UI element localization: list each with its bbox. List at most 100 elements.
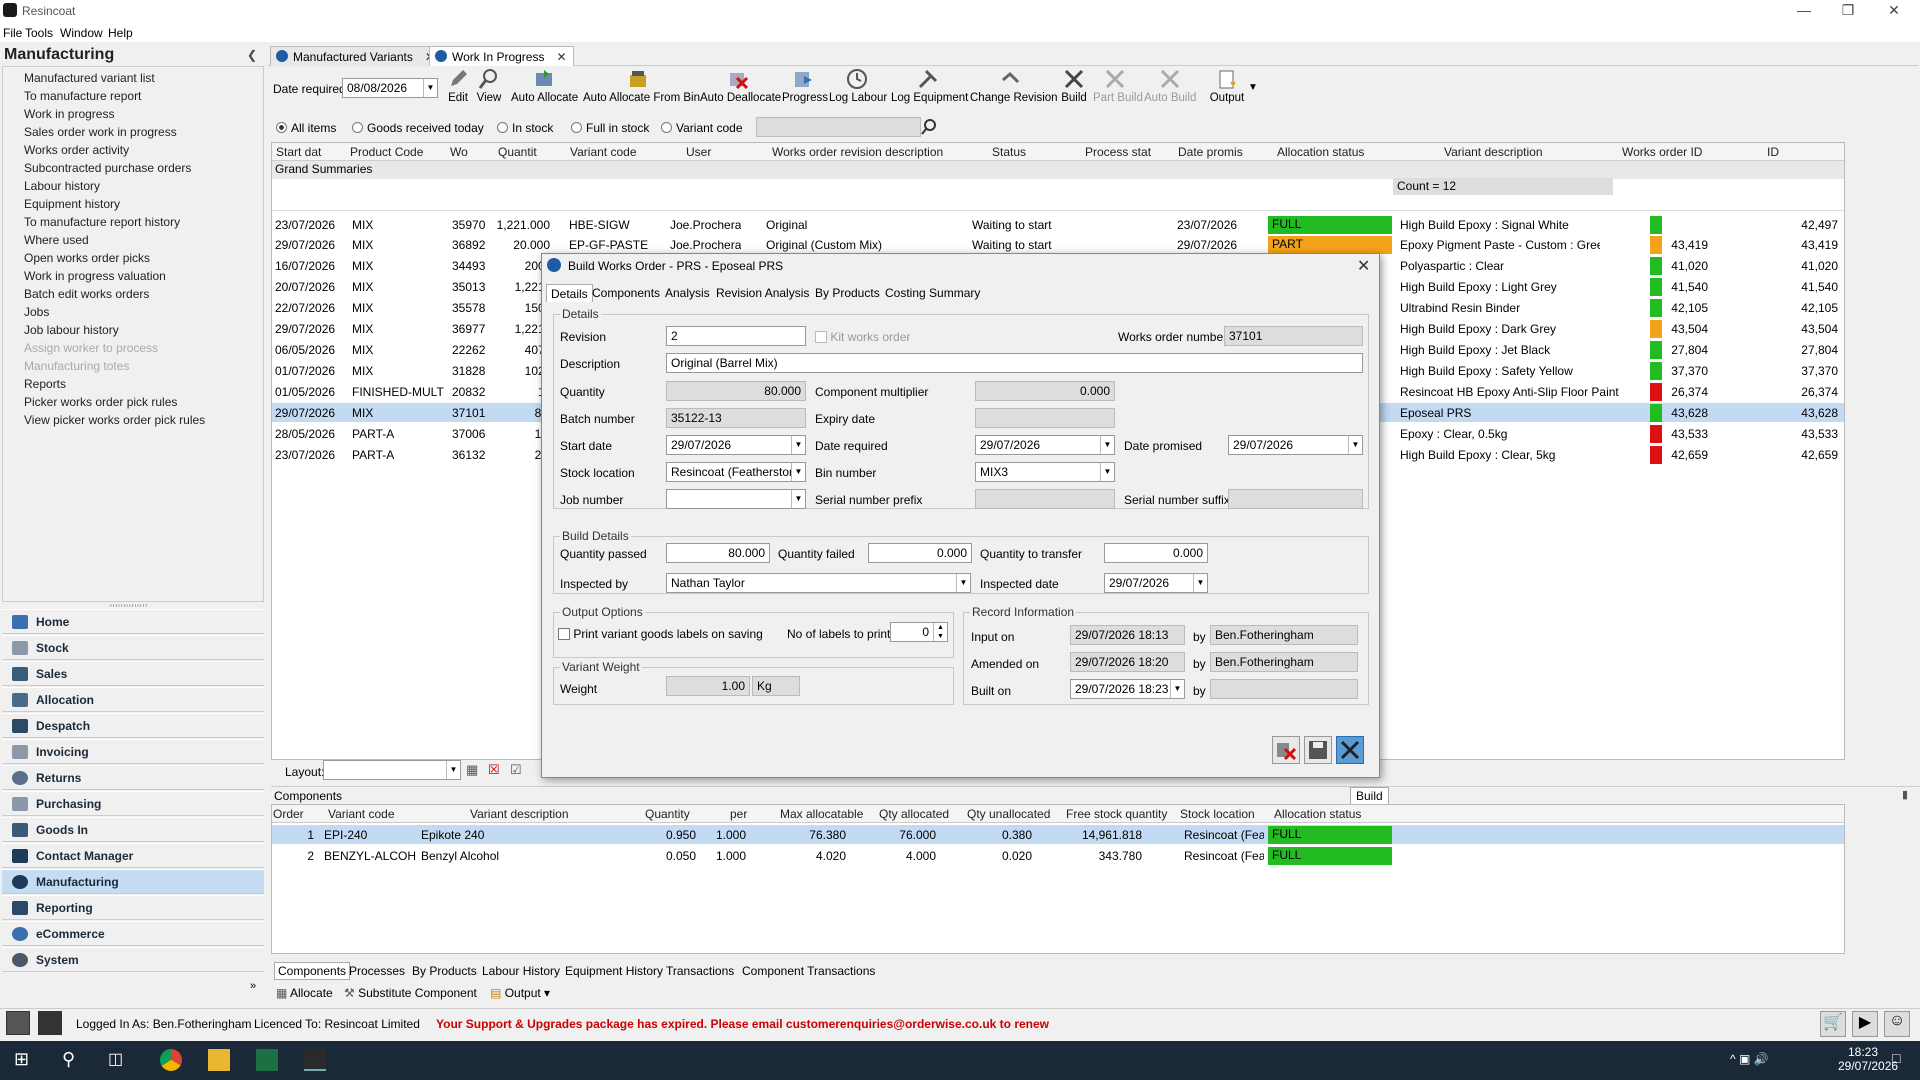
inspected-date-field[interactable]: 29/07/2026 ▼: [1104, 573, 1208, 593]
sidebar-item-manufactured-variant-list[interactable]: Manufactured variant list: [24, 71, 155, 85]
date-promised-field[interactable]: 29/07/2026 ▼: [1228, 435, 1363, 455]
nav-sales[interactable]: Sales: [2, 661, 264, 686]
qty-failed-field[interactable]: 0.000: [868, 543, 972, 563]
nav-returns[interactable]: Returns: [2, 765, 264, 790]
sidebar-item-where-used[interactable]: Where used: [24, 233, 89, 247]
tab-manufactured-variants[interactable]: Manufactured Variants✕: [270, 46, 442, 66]
dtab-components[interactable]: Components: [588, 284, 664, 302]
layout-delete-icon[interactable]: ☒: [488, 762, 500, 778]
search-icon[interactable]: [920, 118, 940, 136]
tray-icons[interactable]: ^ ▣ 🔊: [1730, 1052, 1769, 1066]
cancel-build-button[interactable]: [1272, 736, 1300, 764]
auto-deallocate-button[interactable]: Auto Deallocate: [700, 68, 781, 104]
output-bottom-button[interactable]: ▤ Output ▾: [490, 986, 550, 1000]
sidebar-item-open-works-order-picks[interactable]: Open works order picks: [24, 251, 150, 265]
nav-expand-icon[interactable]: »: [250, 980, 256, 992]
file-explorer-icon[interactable]: [208, 1049, 230, 1071]
allocate-button[interactable]: ▦ Allocate: [276, 986, 333, 1000]
pin-icon[interactable]: ▮: [1902, 788, 1908, 801]
play-icon[interactable]: ▶: [1852, 1011, 1878, 1037]
build-panel-tab[interactable]: Build: [1350, 787, 1389, 805]
date-required-field[interactable]: 29/07/2026 ▼: [975, 435, 1115, 455]
minimize-icon[interactable]: —: [1794, 2, 1814, 18]
menu-tools[interactable]: Tools: [25, 26, 53, 40]
part-build-button[interactable]: Part Build: [1093, 68, 1143, 104]
col-user[interactable]: User: [686, 145, 711, 159]
edit-button[interactable]: Edit: [446, 68, 470, 104]
save-button[interactable]: [1304, 736, 1332, 764]
qty-transfer-field[interactable]: 0.000: [1104, 543, 1208, 563]
nav-system[interactable]: System: [2, 947, 264, 972]
view-button[interactable]: View: [474, 68, 504, 104]
col-date-promised[interactable]: Date promis: [1178, 145, 1243, 159]
col-variant-description[interactable]: Variant description: [1444, 145, 1543, 159]
dtab-revision-analysis[interactable]: Revision Analysis: [712, 284, 813, 302]
sidebar-item-labour-history[interactable]: Labour history: [24, 179, 100, 193]
nav-despatch[interactable]: Despatch: [2, 713, 264, 738]
cart-icon[interactable]: 🛒: [1820, 1011, 1846, 1037]
job-number-select[interactable]: ▼: [666, 489, 806, 509]
build-confirm-button[interactable]: [1336, 736, 1364, 764]
sidebar-item-reports[interactable]: Reports: [24, 377, 66, 391]
task-view-icon[interactable]: ◫: [108, 1049, 130, 1071]
col-id[interactable]: ID: [1767, 145, 1779, 159]
nav-home[interactable]: Home: [2, 609, 264, 634]
print-labels-checkbox[interactable]: Print variant goods labels on saving: [558, 627, 763, 641]
nav-invoicing[interactable]: Invoicing: [2, 739, 264, 764]
col-status[interactable]: Status: [992, 145, 1026, 159]
layout-save-icon[interactable]: ▦: [466, 762, 478, 778]
dtab-by-products[interactable]: By Products: [811, 284, 884, 302]
box-icon[interactable]: [38, 1011, 62, 1035]
clock[interactable]: 18:23 29/07/2026: [1838, 1045, 1898, 1073]
filter-all-items[interactable]: All items: [276, 121, 336, 135]
table-row[interactable]: 29/07/2026 MIX 36892 20.000 EP-GF-PASTE Joe.P…: [272, 235, 1844, 255]
auto-allocate-button[interactable]: Auto Allocate: [511, 68, 578, 104]
description-field[interactable]: Original (Barrel Mix): [666, 353, 1363, 373]
nav-purchasing[interactable]: Purchasing: [2, 791, 264, 816]
sidebar-item-works-order-activity[interactable]: Works order activity: [24, 143, 129, 157]
person-icon[interactable]: ☺: [1884, 1011, 1910, 1037]
btab-processes[interactable]: Processes: [349, 964, 405, 978]
sidebar-item-view-picker-rules[interactable]: View picker works order pick rules: [24, 413, 205, 427]
qty-passed-field[interactable]: 80.000: [666, 543, 770, 563]
btab-equipment-history[interactable]: Equipment History: [565, 964, 663, 978]
substitute-component-button[interactable]: ⚒ Substitute Component: [344, 986, 477, 1000]
filter-in-stock[interactable]: In stock: [497, 121, 553, 135]
dtab-details[interactable]: Details: [546, 284, 593, 302]
layout-select[interactable]: ▼: [323, 760, 461, 780]
sidebar-item-batch-edit-works-orders[interactable]: Batch edit works orders: [24, 287, 149, 301]
kit-works-order-checkbox[interactable]: Kit works order: [815, 330, 910, 344]
build-button[interactable]: Build: [1059, 68, 1089, 104]
component-row[interactable]: 2 BENZYL-ALCOH Benzyl Alcohol 0.050 1.000 4.0…: [272, 846, 1844, 866]
col-quantity[interactable]: Quantit: [498, 145, 537, 159]
sidebar-item-jobs[interactable]: Jobs: [24, 305, 49, 319]
revision-field[interactable]: 2: [666, 326, 806, 346]
collapse-icon[interactable]: ❮: [247, 48, 257, 62]
output-dropdown-icon[interactable]: ▼: [1248, 82, 1258, 93]
nav-goods-in[interactable]: Goods In: [2, 817, 264, 842]
search-input[interactable]: [756, 117, 921, 137]
nav-allocation[interactable]: Allocation: [2, 687, 264, 712]
layout-edit-icon[interactable]: ☑: [510, 762, 522, 778]
chevron-down-icon[interactable]: ▼: [423, 79, 437, 97]
btab-labour-history[interactable]: Labour History: [482, 964, 560, 978]
component-row[interactable]: 1 EPI-240 Epikote 240 0.950 1.000 76.380 76.00…: [272, 825, 1844, 845]
close-tab-icon[interactable]: ✕: [556, 50, 566, 64]
filter-goods-received-today[interactable]: Goods received today: [352, 121, 484, 135]
nav-reporting[interactable]: Reporting: [2, 895, 264, 920]
btab-component-transactions[interactable]: Component Transactions: [742, 964, 875, 978]
resincoat-app-icon[interactable]: [304, 1049, 326, 1071]
col-product-code[interactable]: Product Code: [350, 145, 423, 159]
labels-count-stepper[interactable]: 0 ▲ ▼: [890, 622, 948, 642]
filter-variant-code[interactable]: Variant code: [661, 121, 743, 135]
col-allocation-status[interactable]: Allocation status: [1277, 145, 1364, 159]
sidebar-item-work-in-progress[interactable]: Work in progress: [24, 107, 114, 121]
col-wo[interactable]: Wo: [450, 145, 468, 159]
col-process-status[interactable]: Process stat: [1085, 145, 1151, 159]
dialog-close-icon[interactable]: ✕: [1357, 256, 1370, 276]
progress-button[interactable]: Progress: [782, 68, 828, 104]
nav-stock[interactable]: Stock: [2, 635, 264, 660]
grid-filter-row[interactable]: [272, 195, 1844, 211]
inspected-by-select[interactable]: Nathan Taylor ▼: [666, 573, 971, 593]
sidebar-item-subcontracted-po[interactable]: Subcontracted purchase orders: [24, 161, 191, 175]
